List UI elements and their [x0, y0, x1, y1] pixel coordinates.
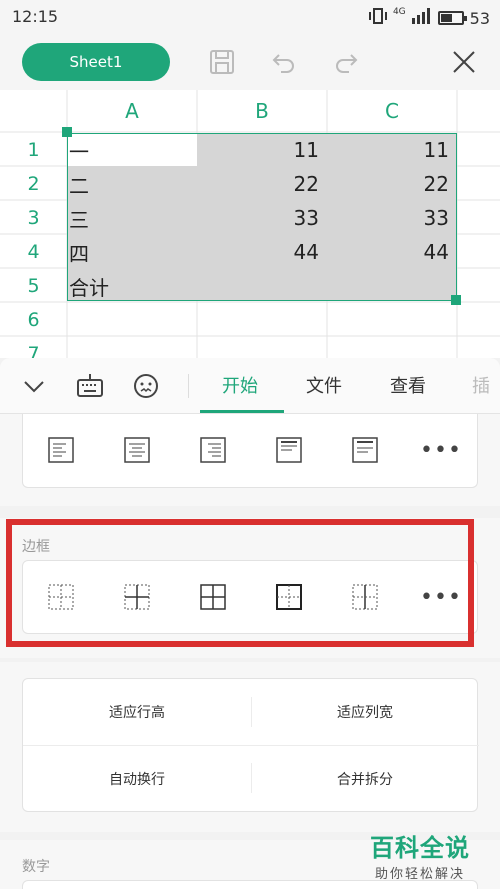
more-icon[interactable]: •••	[420, 430, 461, 470]
sheet-tab-button[interactable]: Sheet1	[22, 43, 170, 81]
chevron-down-icon[interactable]	[18, 370, 50, 402]
tab-insert[interactable]: 插	[472, 372, 500, 398]
keyboard-icon[interactable]	[74, 370, 106, 402]
cell-c2[interactable]: 22	[327, 167, 457, 201]
row-header-1[interactable]: 1	[0, 133, 67, 167]
cell-c3[interactable]: 33	[327, 201, 457, 235]
watermark-logo: 百科全说 助你轻松解决	[370, 828, 470, 882]
assistant-icon[interactable]	[130, 370, 162, 402]
align-middle-icon[interactable]	[345, 430, 385, 470]
spreadsheet-grid[interactable]: A B C 1 2 3 4 5 6 7 一 11 11 二 22 22 三 33…	[0, 90, 500, 358]
network-label: 4G	[392, 7, 406, 17]
row-header-7[interactable]: 7	[0, 337, 67, 358]
cell-a1[interactable]: 一	[67, 133, 197, 167]
status-time: 12:15	[12, 7, 59, 26]
row-header-5[interactable]: 5	[0, 269, 67, 303]
signal-icon	[411, 8, 432, 28]
close-icon[interactable]	[448, 46, 480, 78]
cell-b3[interactable]: 33	[197, 201, 327, 235]
cell-b4[interactable]: 44	[197, 235, 327, 269]
cell-b1[interactable]: 11	[197, 133, 327, 167]
tab-file[interactable]: 文件	[306, 372, 342, 398]
redo-icon[interactable]	[330, 46, 362, 78]
tab-view[interactable]: 查看	[390, 372, 426, 398]
battery-icon	[437, 11, 467, 25]
watermark-subtitle: 助你轻松解决	[374, 867, 465, 882]
cell-a5[interactable]: 合计	[67, 269, 197, 303]
row-header-2[interactable]: 2	[0, 167, 67, 201]
save-icon[interactable]	[206, 46, 238, 78]
fit-column-width-button[interactable]: 适应列宽	[251, 679, 479, 745]
row-header-4[interactable]: 4	[0, 235, 67, 269]
watermark-title: 百科全说	[370, 834, 470, 862]
battery-percent: 53	[469, 8, 490, 28]
number-section-label: 数字	[22, 859, 50, 875]
cell-c5[interactable]	[327, 269, 457, 303]
row-header-6[interactable]: 6	[0, 303, 67, 337]
wrap-text-button[interactable]: 自动换行	[23, 746, 251, 812]
column-header-c[interactable]: C	[327, 90, 457, 132]
row-header-3[interactable]: 3	[0, 201, 67, 235]
vibrate-icon	[368, 7, 387, 29]
cell-a4[interactable]: 四	[67, 235, 197, 269]
cell-c4[interactable]: 44	[327, 235, 457, 269]
merge-split-button[interactable]: 合并拆分	[251, 746, 479, 812]
alignment-panel: •••	[22, 414, 478, 488]
tab-divider	[188, 374, 189, 398]
active-tab-indicator	[200, 410, 284, 413]
column-header-a[interactable]: A	[67, 90, 197, 132]
cell-a3[interactable]: 三	[67, 201, 197, 235]
align-top-icon[interactable]	[269, 430, 309, 470]
fit-row-height-button[interactable]: 适应行高	[23, 679, 251, 745]
status-bar: 12:15 4G 53	[0, 0, 500, 34]
column-header-b[interactable]: B	[197, 90, 327, 132]
top-toolbar: Sheet1	[0, 34, 500, 90]
cell-b5[interactable]	[197, 269, 327, 303]
align-right-icon[interactable]	[193, 430, 233, 470]
align-center-icon[interactable]	[117, 430, 157, 470]
cell-b2[interactable]: 22	[197, 167, 327, 201]
highlight-box	[6, 519, 474, 647]
undo-icon[interactable]	[268, 46, 300, 78]
cell-a2[interactable]: 二	[67, 167, 197, 201]
cell-c1[interactable]: 11	[327, 133, 457, 167]
tab-start[interactable]: 开始	[222, 372, 258, 398]
ribbon-tab-bar: 开始 文件 查看 插	[0, 358, 500, 414]
align-left-icon[interactable]	[41, 430, 81, 470]
cell-commands-panel: 适应行高 适应列宽 自动换行 合并拆分	[22, 678, 479, 812]
